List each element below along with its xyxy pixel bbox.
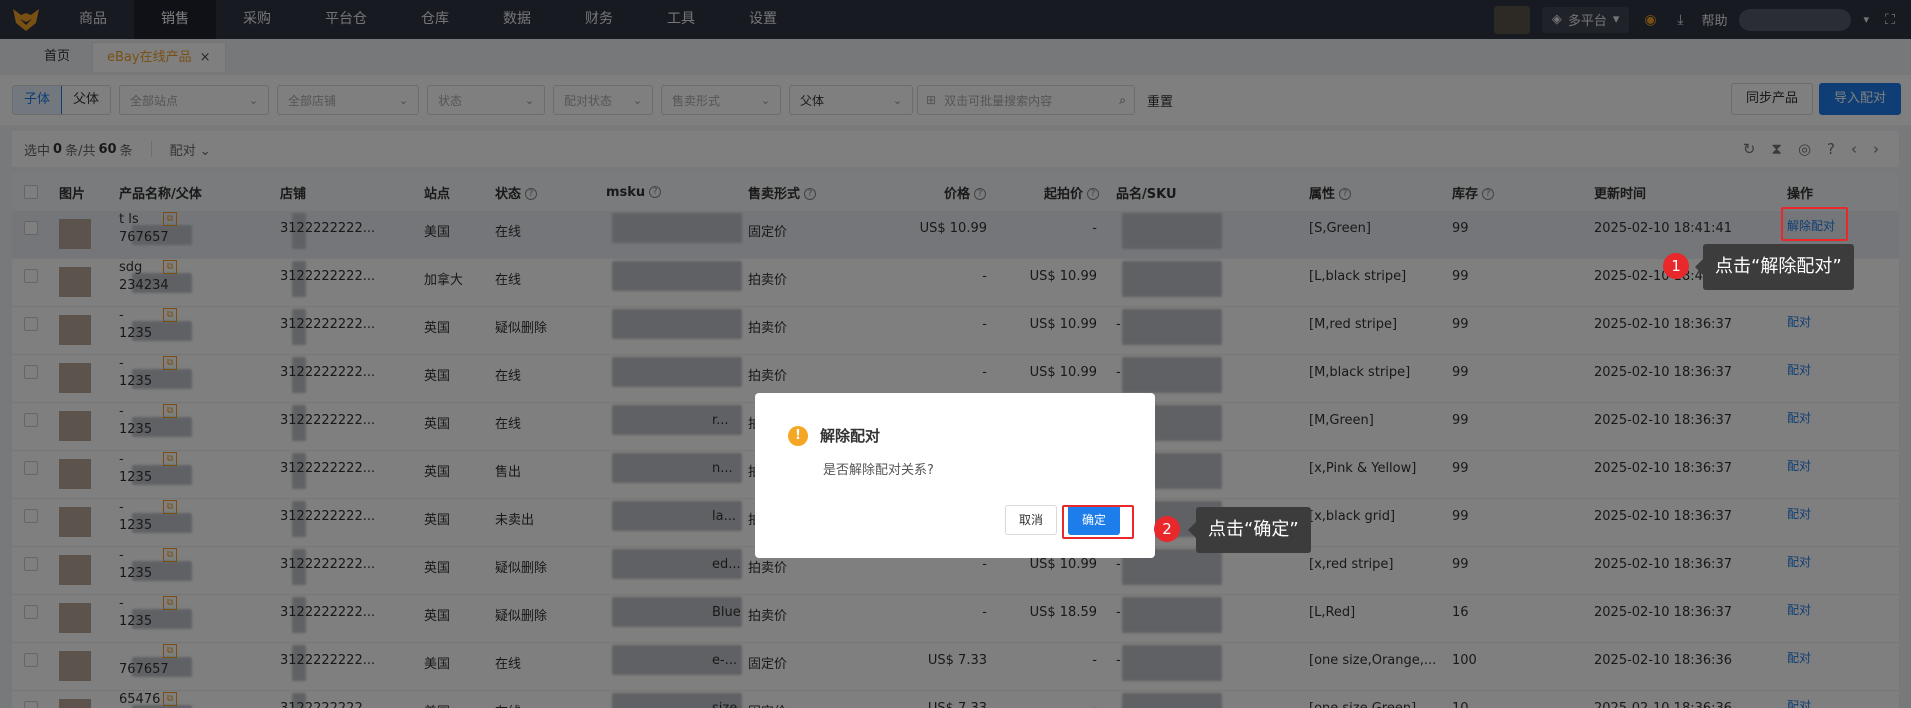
dialog-title: ! 解除配对	[788, 425, 880, 446]
dialog-message: 是否解除配对关系?	[823, 463, 934, 478]
cancel-button[interactable]: 取消	[1005, 505, 1057, 535]
callout-step-2: 点击“确定”	[1188, 507, 1311, 553]
warning-icon: !	[788, 425, 808, 446]
step-badge-1: 1	[1663, 253, 1689, 279]
modal-overlay	[0, 0, 1911, 708]
step-badge-2: 2	[1154, 516, 1180, 542]
callout-step-1: 点击“解除配对”	[1695, 244, 1854, 290]
highlight-box-confirm	[1062, 505, 1134, 539]
dialog-title-text: 解除配对	[820, 427, 881, 445]
highlight-box-unpair	[1781, 207, 1848, 241]
